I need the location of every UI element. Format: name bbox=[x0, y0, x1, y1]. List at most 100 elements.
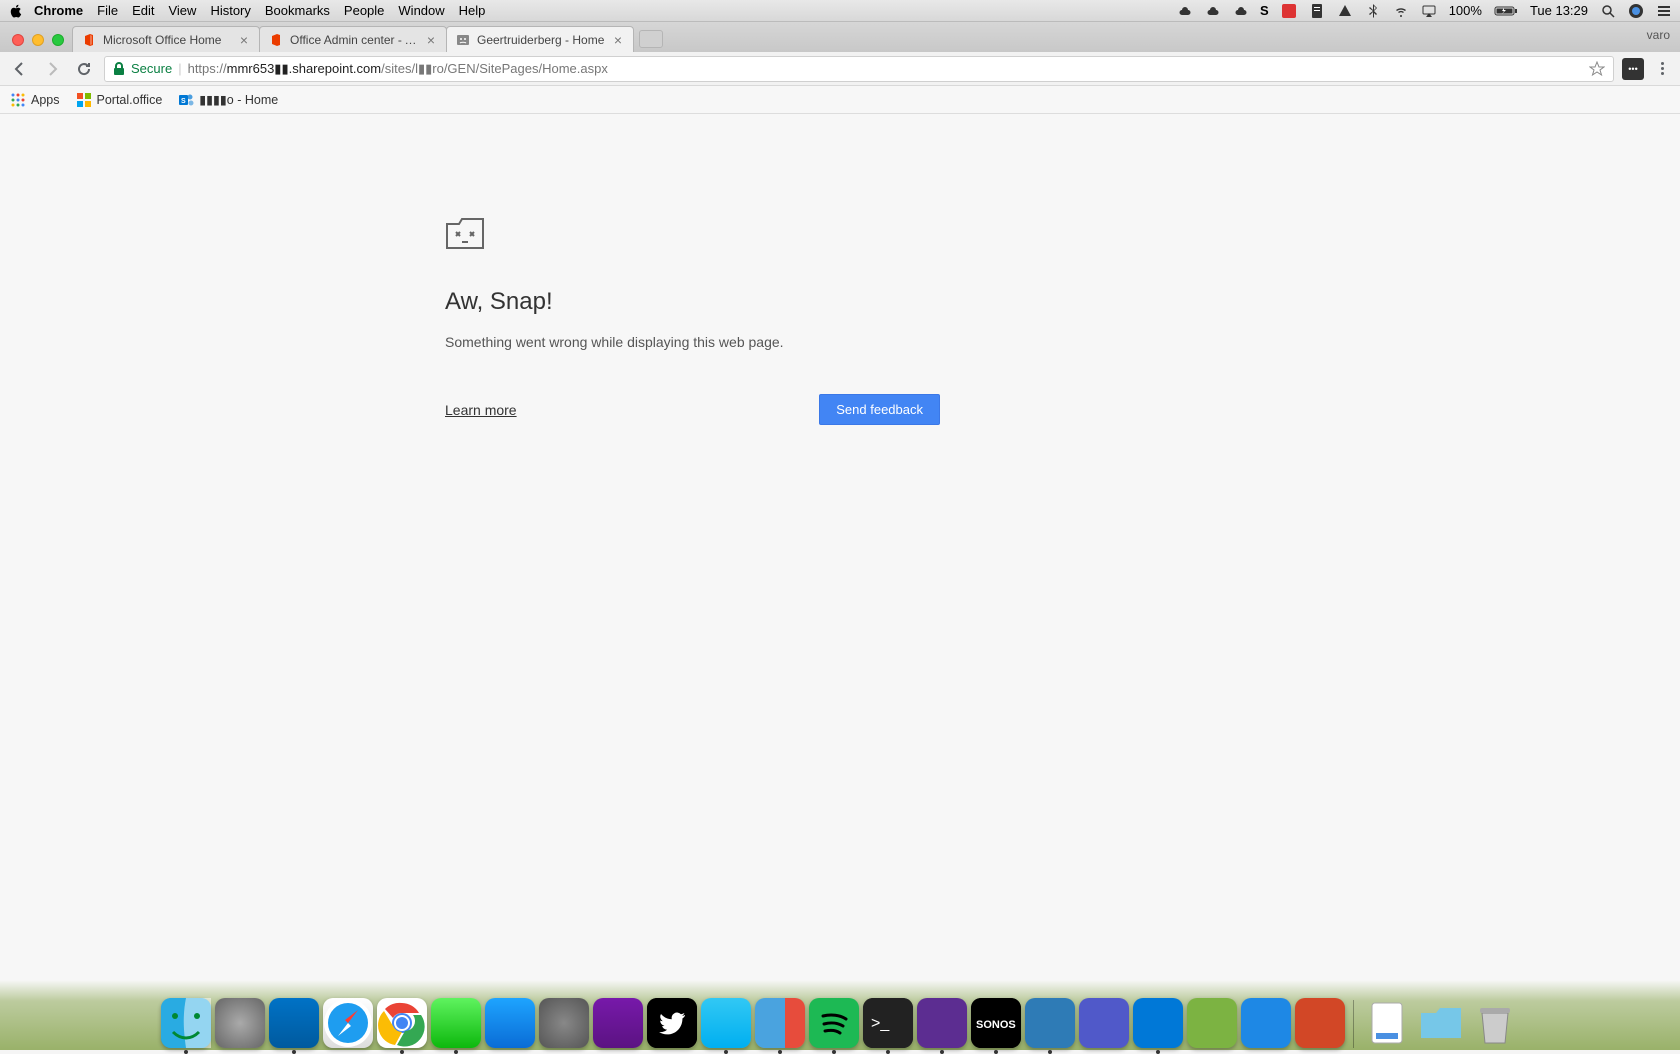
snagit-icon bbox=[1025, 998, 1075, 1048]
dock-chrome[interactable] bbox=[377, 998, 427, 1048]
dock-separator bbox=[1353, 1000, 1354, 1048]
learn-more-link[interactable]: Learn more bbox=[445, 402, 517, 418]
maximize-window-button[interactable] bbox=[52, 34, 64, 46]
clock[interactable]: Tue 13:29 bbox=[1530, 3, 1588, 18]
svg-text:SONOS: SONOS bbox=[976, 1019, 1016, 1031]
svg-text:>_: >_ bbox=[871, 1015, 890, 1032]
menu-file[interactable]: File bbox=[97, 3, 118, 18]
battery-percent[interactable]: 100% bbox=[1449, 3, 1482, 18]
dock-teams[interactable] bbox=[1079, 998, 1129, 1048]
microsoft-icon bbox=[76, 92, 92, 108]
status-s-icon[interactable]: S bbox=[1260, 3, 1269, 18]
airplay-icon[interactable] bbox=[1421, 3, 1437, 19]
tab-close-icon[interactable]: × bbox=[424, 33, 438, 47]
spotlight-icon[interactable] bbox=[1600, 3, 1616, 19]
reload-icon bbox=[75, 60, 93, 78]
forward-button bbox=[40, 57, 64, 81]
tab-close-icon[interactable]: × bbox=[611, 33, 625, 47]
cloud-icon[interactable] bbox=[1176, 3, 1192, 19]
error-panel: Aw, Snap! Something went wrong while dis… bbox=[445, 214, 940, 425]
dock-onenote[interactable] bbox=[593, 998, 643, 1048]
outlook-icon bbox=[269, 998, 319, 1048]
window-controls bbox=[8, 34, 72, 52]
close-window-button[interactable] bbox=[12, 34, 24, 46]
dock-safari[interactable] bbox=[323, 998, 373, 1048]
menu-bookmarks[interactable]: Bookmarks bbox=[265, 3, 330, 18]
dock-settings[interactable] bbox=[539, 998, 589, 1048]
apple-icon[interactable] bbox=[8, 3, 24, 19]
status-doc-icon[interactable] bbox=[1309, 3, 1325, 19]
bookmark-sharepoint-home[interactable]: S ▮▮▮▮o - Home bbox=[178, 92, 278, 108]
bookmark-star-icon[interactable] bbox=[1589, 61, 1605, 77]
folder-icon bbox=[1416, 998, 1466, 1048]
menu-history[interactable]: History bbox=[210, 3, 250, 18]
tab-office-home[interactable]: Microsoft Office Home × bbox=[72, 26, 260, 52]
cloud-icon-2[interactable] bbox=[1204, 3, 1220, 19]
macos-menubar: Chrome File Edit View History Bookmarks … bbox=[0, 0, 1680, 22]
chrome-window: Microsoft Office Home × Office Admin cen… bbox=[0, 22, 1680, 1050]
status-app-icon[interactable] bbox=[1281, 3, 1297, 19]
app-name[interactable]: Chrome bbox=[34, 3, 83, 18]
status-triangle-icon[interactable] bbox=[1337, 3, 1353, 19]
address-bar[interactable]: Secure | https://mmr653▮▮.sharepoint.com… bbox=[104, 56, 1614, 82]
back-button[interactable] bbox=[8, 57, 32, 81]
tab-title: Office Admin center - Active u bbox=[290, 33, 424, 47]
dock-spotify[interactable] bbox=[809, 998, 859, 1048]
menu-help[interactable]: Help bbox=[459, 3, 486, 18]
dock-document-stack[interactable] bbox=[1362, 998, 1412, 1048]
tab-geertruiderberg[interactable]: Geertruiderberg - Home × bbox=[446, 26, 634, 52]
arrow-left-icon bbox=[11, 60, 29, 78]
wifi-icon[interactable] bbox=[1393, 3, 1409, 19]
dock-folder[interactable] bbox=[1416, 998, 1466, 1048]
visualstudio-icon bbox=[917, 998, 967, 1048]
messages-icon bbox=[431, 998, 481, 1048]
tab-admin-center[interactable]: Office Admin center - Active u × bbox=[259, 26, 447, 52]
menu-edit[interactable]: Edit bbox=[132, 3, 154, 18]
dock-outlook[interactable] bbox=[269, 998, 319, 1048]
dock-snagit[interactable] bbox=[1025, 998, 1075, 1048]
dock-launchpad[interactable] bbox=[215, 998, 265, 1048]
new-tab-button[interactable] bbox=[639, 30, 663, 48]
dock: >_ SONOS bbox=[0, 980, 1680, 1050]
cloud-icon-3[interactable] bbox=[1232, 3, 1248, 19]
minimize-window-button[interactable] bbox=[32, 34, 44, 46]
profile-name[interactable]: varo bbox=[1647, 28, 1670, 42]
dock-trash[interactable] bbox=[1470, 998, 1520, 1048]
dock-camtasia[interactable] bbox=[1187, 998, 1237, 1048]
apps-shortcut[interactable]: Apps bbox=[10, 92, 60, 108]
dock-finder[interactable] bbox=[161, 998, 211, 1048]
dock-messages[interactable] bbox=[431, 998, 481, 1048]
battery-icon[interactable] bbox=[1494, 3, 1518, 19]
chrome-menu-button[interactable] bbox=[1652, 62, 1672, 75]
teams-icon bbox=[1079, 998, 1129, 1048]
apps-grid-icon bbox=[10, 92, 26, 108]
dock-terminal[interactable]: >_ bbox=[863, 998, 913, 1048]
bluetooth-icon[interactable] bbox=[1365, 3, 1381, 19]
settings-icon bbox=[539, 998, 589, 1048]
dock-appstore[interactable] bbox=[485, 998, 535, 1048]
bookmarks-bar: Apps Portal.office S ▮▮▮▮o - Home bbox=[0, 86, 1680, 114]
send-feedback-button[interactable]: Send feedback bbox=[819, 394, 940, 425]
extension-icon[interactable]: ••• bbox=[1622, 58, 1644, 80]
error-title: Aw, Snap! bbox=[445, 288, 940, 316]
dock-app-blue[interactable] bbox=[1241, 998, 1291, 1048]
dock-vscode[interactable] bbox=[1133, 998, 1183, 1048]
dock-skype[interactable] bbox=[701, 998, 751, 1048]
browser-toolbar: Secure | https://mmr653▮▮.sharepoint.com… bbox=[0, 52, 1680, 86]
dock-sonos[interactable]: SONOS bbox=[971, 998, 1021, 1048]
bookmark-portal-office[interactable]: Portal.office bbox=[76, 92, 163, 108]
reload-button[interactable] bbox=[72, 57, 96, 81]
dock-twitter[interactable] bbox=[647, 998, 697, 1048]
notification-center-icon[interactable] bbox=[1656, 3, 1672, 19]
appstore-icon bbox=[485, 998, 535, 1048]
secure-label: Secure bbox=[131, 61, 172, 76]
dock-visualstudio[interactable] bbox=[917, 998, 967, 1048]
menu-people[interactable]: People bbox=[344, 3, 384, 18]
menu-window[interactable]: Window bbox=[398, 3, 444, 18]
tab-close-icon[interactable]: × bbox=[237, 33, 251, 47]
menu-view[interactable]: View bbox=[168, 3, 196, 18]
dock-powerpoint[interactable] bbox=[1295, 998, 1345, 1048]
dock-parallels[interactable] bbox=[755, 998, 805, 1048]
siri-icon[interactable] bbox=[1628, 3, 1644, 19]
tab-strip: Microsoft Office Home × Office Admin cen… bbox=[0, 22, 1680, 52]
